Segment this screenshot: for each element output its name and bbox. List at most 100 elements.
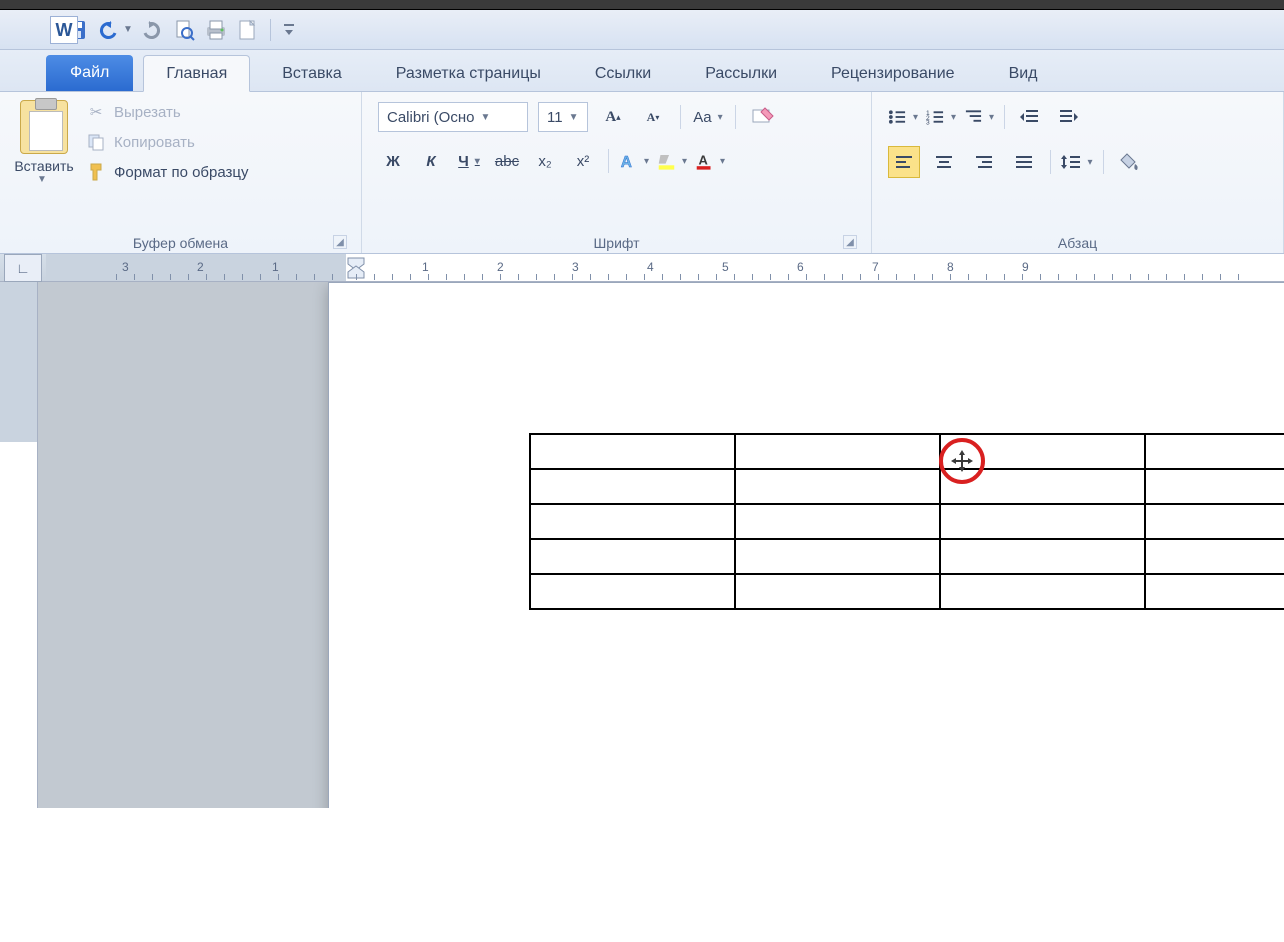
separator (1050, 150, 1051, 174)
increase-indent-button[interactable] (1053, 102, 1083, 132)
decrease-indent-button[interactable] (1015, 102, 1045, 132)
word-logo-icon: W (50, 16, 78, 44)
font-size-combo[interactable]: 11▼ (538, 102, 588, 132)
separator (1103, 150, 1104, 174)
ruler-number: 6 (797, 260, 804, 274)
horizontal-ruler[interactable]: ∟ 321123456789 (0, 254, 1284, 282)
cut-label: Вырезать (114, 104, 181, 121)
paragraph-group: ▾ 123▾ ▾ (872, 92, 1284, 253)
justify-button[interactable] (1008, 146, 1040, 178)
undo-button[interactable] (95, 17, 121, 43)
clipboard-launcher-icon[interactable]: ◢ (333, 235, 347, 249)
tab-mailings[interactable]: Рассылки (683, 56, 799, 91)
workspace (0, 282, 1284, 808)
svg-text:A: A (698, 152, 707, 167)
text-effects-button[interactable]: A▾ (619, 146, 649, 176)
change-case-button[interactable]: Aa▾ (693, 102, 723, 132)
format-painter-button[interactable]: Формат по образцу (86, 162, 249, 182)
copy-icon (86, 132, 106, 152)
table-row (530, 539, 1284, 574)
chevron-down-icon: ▼ (569, 112, 579, 123)
print-preview-button[interactable] (171, 17, 197, 43)
font-group: Calibri (Осно▼ 11▼ A▴ A▾ Aa▾ Ж К Ч▾ abc (362, 92, 872, 253)
quick-access-toolbar: ▼ (0, 10, 1284, 50)
paste-label: Вставить (14, 158, 73, 174)
tab-view[interactable]: Вид (987, 56, 1060, 91)
align-right-button[interactable] (968, 146, 1000, 178)
shrink-font-button[interactable]: A▾ (638, 102, 668, 132)
tab-file[interactable]: Файл (46, 55, 133, 91)
tab-review[interactable]: Рецензирование (809, 56, 977, 91)
ruler-number: 3 (122, 260, 129, 274)
format-painter-label: Формат по образцу (114, 164, 249, 181)
font-name-combo[interactable]: Calibri (Осно▼ (378, 102, 528, 132)
chevron-down-icon: ▼ (480, 112, 490, 123)
svg-text:3: 3 (926, 120, 930, 126)
svg-text:A: A (621, 154, 632, 171)
ruler-number: 4 (647, 260, 654, 274)
ruler-number: 1 (422, 260, 429, 274)
align-center-button[interactable] (928, 146, 960, 178)
separator (680, 105, 681, 129)
multilevel-list-button[interactable]: ▾ (964, 102, 994, 132)
superscript-button[interactable]: x² (568, 146, 598, 176)
quick-print-button[interactable] (203, 17, 229, 43)
clear-formatting-button[interactable] (748, 102, 778, 132)
paste-button[interactable]: Вставить ▼ (10, 98, 78, 231)
separator (1004, 105, 1005, 129)
font-group-title: Шрифт ◢ (372, 231, 861, 251)
ruler-number: 8 (947, 260, 954, 274)
strikethrough-button[interactable]: abc (492, 146, 522, 176)
clipboard-group-title: Буфер обмена ◢ (10, 231, 351, 251)
ruler-tab-selector[interactable]: ∟ (4, 254, 42, 282)
ruler-number: 5 (722, 260, 729, 274)
scissors-icon: ✂ (86, 102, 106, 122)
paste-dropdown-icon[interactable]: ▼ (37, 174, 47, 185)
font-launcher-icon[interactable]: ◢ (843, 235, 857, 249)
vertical-ruler[interactable] (0, 282, 38, 808)
tab-home[interactable]: Главная (143, 55, 250, 92)
cut-button[interactable]: ✂ Вырезать (86, 102, 249, 122)
copy-button[interactable]: Копировать (86, 132, 249, 152)
subscript-button[interactable]: x₂ (530, 146, 560, 176)
ruler-number: 2 (497, 260, 504, 274)
new-document-button[interactable] (235, 17, 261, 43)
bullets-button[interactable]: ▾ (888, 102, 918, 132)
redo-button[interactable] (139, 17, 165, 43)
tab-references[interactable]: Ссылки (573, 56, 673, 91)
table-row (530, 434, 1284, 469)
undo-dropdown-icon[interactable]: ▼ (123, 24, 133, 35)
ruler-number: 1 (272, 260, 279, 274)
clipboard-group: Вставить ▼ ✂ Вырезать Копировать (0, 92, 362, 253)
ruler-margin-left (46, 254, 346, 281)
document-table[interactable] (529, 433, 1284, 610)
separator (608, 149, 609, 173)
font-color-button[interactable]: A▾ (695, 146, 725, 176)
align-left-button[interactable] (888, 146, 920, 178)
table-row (530, 469, 1284, 504)
shading-button[interactable] (1114, 146, 1146, 178)
table-row (530, 504, 1284, 539)
ruler-number: 7 (872, 260, 879, 274)
numbering-button[interactable]: 123▾ (926, 102, 956, 132)
underline-button[interactable]: Ч▾ (454, 146, 484, 176)
tab-insert[interactable]: Вставка (260, 56, 363, 91)
tab-page-layout[interactable]: Разметка страницы (374, 56, 563, 91)
paragraph-group-title: Абзац (882, 231, 1273, 251)
brush-icon (86, 162, 106, 182)
bold-button[interactable]: Ж (378, 146, 408, 176)
table-row (530, 574, 1284, 609)
line-spacing-button[interactable]: ▾ (1061, 146, 1093, 178)
title-bar (0, 0, 1284, 10)
customize-qat-button[interactable] (280, 17, 298, 43)
highlight-button[interactable]: ▾ (657, 146, 687, 176)
ruler-number: 3 (572, 260, 579, 274)
document-area[interactable] (38, 282, 1284, 808)
grow-font-button[interactable]: A▴ (598, 102, 628, 132)
italic-button[interactable]: К (416, 146, 446, 176)
ruler-track: 321123456789 (46, 254, 1284, 281)
ruler-number: 2 (197, 260, 204, 274)
qat-separator (270, 19, 271, 41)
copy-label: Копировать (114, 134, 195, 151)
document-page[interactable] (328, 282, 1284, 808)
